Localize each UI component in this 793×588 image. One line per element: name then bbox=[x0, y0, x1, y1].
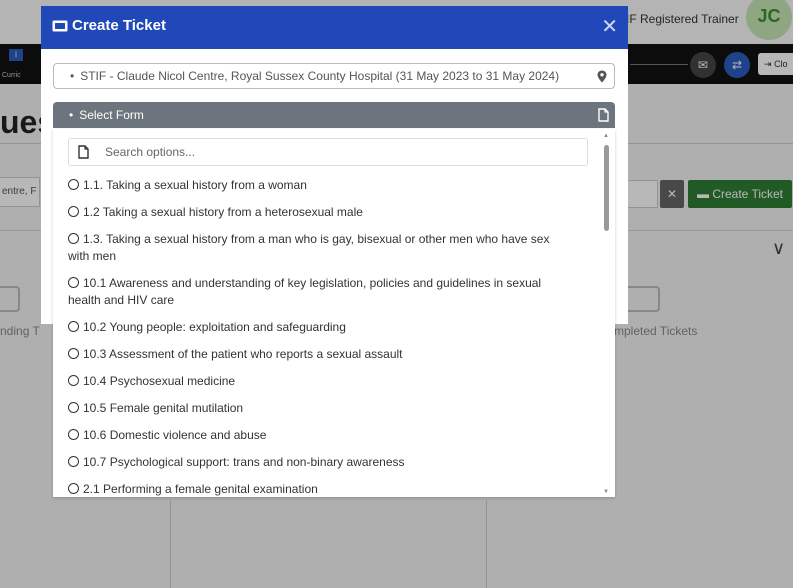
option-label: 2.1 Performing a female genital examinat… bbox=[83, 482, 318, 496]
radio-icon bbox=[68, 456, 79, 467]
scrollbar[interactable]: ▲ ▼ bbox=[602, 133, 610, 495]
scroll-down-icon[interactable]: ▼ bbox=[603, 489, 609, 495]
modal-title-text: Create Ticket bbox=[72, 17, 166, 34]
radio-icon bbox=[68, 348, 79, 359]
form-select-label: Select Form bbox=[79, 108, 144, 122]
radio-icon bbox=[68, 206, 79, 217]
list-item[interactable]: 10.7 Psychological support: trans and no… bbox=[53, 450, 599, 475]
form-select[interactable]: • Select Form bbox=[53, 102, 615, 128]
bullet-icon: • bbox=[69, 108, 74, 122]
option-label: 1.1. Taking a sexual history from a woma… bbox=[83, 178, 307, 192]
radio-icon bbox=[68, 402, 79, 413]
ticket-icon bbox=[52, 20, 68, 32]
document-icon bbox=[598, 108, 609, 122]
form-options-dropdown: 1.1. Taking a sexual history from a woma… bbox=[53, 129, 615, 497]
list-item[interactable]: 10.6 Domestic violence and abuse bbox=[53, 423, 599, 448]
option-label: 1.2 Taking a sexual history from a heter… bbox=[83, 205, 363, 219]
list-item[interactable]: 10.1 Awareness and understanding of key … bbox=[53, 271, 599, 313]
radio-icon bbox=[68, 179, 79, 190]
option-label: 10.2 Young people: exploitation and safe… bbox=[83, 320, 346, 334]
list-item[interactable]: 10.2 Young people: exploitation and safe… bbox=[53, 315, 599, 340]
list-item[interactable]: 10.4 Psychosexual medicine bbox=[53, 369, 599, 394]
radio-icon bbox=[68, 233, 79, 244]
radio-icon bbox=[68, 483, 79, 494]
options-list: 1.1. Taking a sexual history from a woma… bbox=[53, 173, 599, 497]
scroll-up-icon[interactable]: ▲ bbox=[603, 133, 609, 139]
close-icon[interactable]: ✕ bbox=[601, 14, 618, 39]
radio-icon bbox=[68, 321, 79, 332]
modal-header: Create Ticket ✕ bbox=[41, 6, 628, 49]
map-pin-icon bbox=[597, 70, 607, 83]
location-select[interactable]: • STIF - Claude Nicol Centre, Royal Susse… bbox=[53, 63, 615, 89]
radio-icon bbox=[68, 429, 79, 440]
list-item[interactable]: 1.1. Taking a sexual history from a woma… bbox=[53, 173, 599, 198]
modal-title: Create Ticket bbox=[52, 17, 166, 34]
option-label: 10.7 Psychological support: trans and no… bbox=[83, 455, 405, 469]
list-item[interactable]: 1.2 Taking a sexual history from a heter… bbox=[53, 200, 599, 225]
search-input[interactable] bbox=[105, 143, 575, 161]
option-label: 10.1 Awareness and understanding of key … bbox=[68, 276, 542, 307]
location-select-value: STIF - Claude Nicol Centre, Royal Sussex… bbox=[80, 69, 560, 83]
option-label: 10.6 Domestic violence and abuse bbox=[83, 428, 267, 442]
document-icon bbox=[78, 145, 89, 159]
list-item[interactable]: 10.5 Female genital mutilation bbox=[53, 396, 599, 421]
search-box bbox=[68, 138, 588, 166]
bullet-icon: • bbox=[70, 69, 75, 83]
option-label: 10.5 Female genital mutilation bbox=[83, 401, 244, 415]
radio-icon bbox=[68, 277, 79, 288]
list-item[interactable]: 10.3 Assessment of the patient who repor… bbox=[53, 342, 599, 367]
list-item[interactable]: 1.3. Taking a sexual history from a man … bbox=[53, 227, 599, 269]
radio-icon bbox=[68, 375, 79, 386]
option-label: 10.4 Psychosexual medicine bbox=[83, 374, 236, 388]
scrollbar-thumb[interactable] bbox=[604, 145, 609, 231]
list-item[interactable]: 2.1 Performing a female genital examinat… bbox=[53, 477, 599, 497]
option-label: 10.3 Assessment of the patient who repor… bbox=[83, 347, 403, 361]
option-label: 1.3. Taking a sexual history from a man … bbox=[68, 232, 550, 263]
